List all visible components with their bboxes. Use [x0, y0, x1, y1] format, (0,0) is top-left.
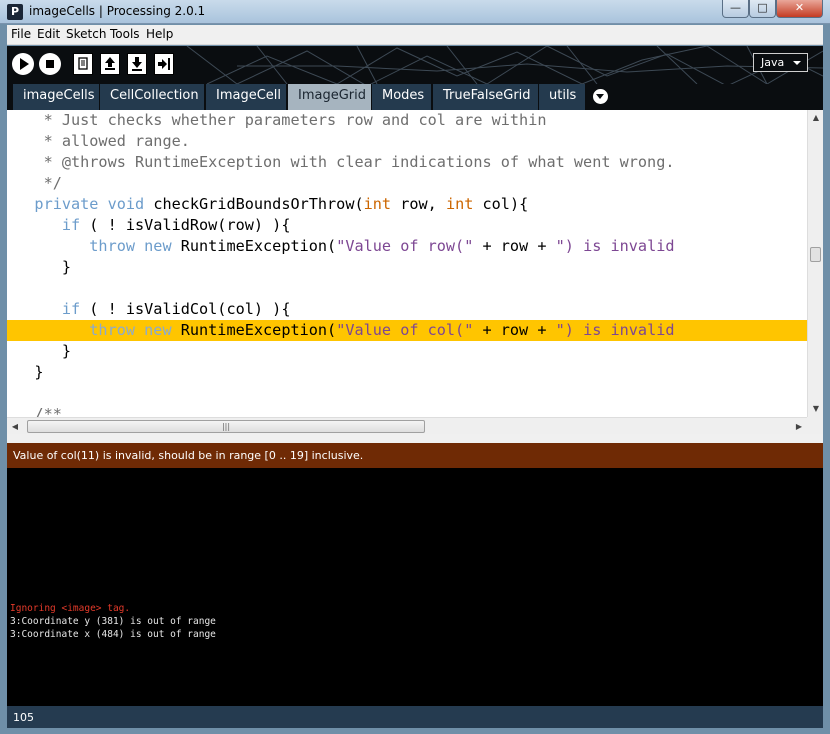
tab-cellcollection[interactable]: CellCollection	[100, 84, 204, 110]
code-token: RuntimeException(	[180, 237, 337, 255]
code-token: if	[7, 300, 81, 318]
error-status-bar: Value of col(11) is invalid, should be i…	[7, 443, 823, 468]
code-line[interactable]: private void checkGridBoundsOrThrow(int …	[7, 194, 807, 215]
code-token: throw new	[7, 237, 181, 255]
close-button[interactable]: ✕	[776, 0, 823, 18]
window-frame	[0, 728, 830, 734]
code-token: }	[7, 363, 44, 381]
code-line[interactable]: }	[7, 362, 807, 383]
code-line[interactable]: * @throws RuntimeException with clear in…	[7, 152, 807, 173]
code-token: * allowed range.	[7, 132, 190, 150]
console-line: 3:Coordinate x (484) is out of range	[10, 629, 216, 640]
run-icon	[20, 58, 29, 70]
code-token: private void	[7, 195, 154, 213]
menu-bar: File Edit Sketch Tools Help	[7, 25, 823, 45]
console-line: Ignoring <image> tag.	[10, 603, 131, 614]
new-button[interactable]	[73, 53, 93, 75]
code-line[interactable]: }	[7, 341, 807, 362]
code-token: ") is invalid	[555, 237, 675, 255]
code-token: ( ! isValidRow(row) ){	[80, 216, 291, 234]
code-token: ( ! isValidCol(col) ){	[80, 300, 291, 318]
stop-icon	[46, 60, 54, 68]
code-token: col){	[473, 195, 529, 213]
line-number-footer: 105	[7, 706, 823, 728]
code-line[interactable]	[7, 383, 807, 404]
code-editor[interactable]: * Just checks whether parameters row and…	[7, 110, 823, 417]
tab-imagegrid[interactable]: ImageGrid	[288, 84, 371, 110]
vertical-scrollbar[interactable]: ▲ ▼	[807, 110, 823, 417]
code-token: }	[7, 258, 72, 276]
console-output[interactable]: Ignoring <image> tag. 3:Coordinate y (38…	[7, 468, 823, 706]
code-token: "Value of row("	[336, 237, 474, 255]
new-icon	[78, 57, 88, 70]
tab-modes[interactable]: Modes	[372, 84, 431, 110]
tab-imagecell[interactable]: ImageCell	[206, 84, 286, 110]
maximize-button[interactable]: □	[749, 0, 776, 18]
code-token: ") is invalid	[555, 321, 675, 339]
menu-tools[interactable]: Tools	[110, 27, 140, 41]
current-line-number: 105	[13, 711, 34, 724]
tab-imagecells[interactable]: imageCells	[13, 84, 99, 110]
code-token: "Value of col("	[336, 321, 474, 339]
code-token: int	[445, 195, 474, 213]
code-token: + row +	[473, 321, 556, 339]
export-button[interactable]	[154, 53, 174, 75]
code-token: /**	[7, 405, 62, 417]
code-line[interactable]: if ( ! isValidCol(col) ){	[7, 299, 807, 320]
code-token: int	[363, 195, 392, 213]
code-line[interactable]: }	[7, 257, 807, 278]
code-token: * @throws RuntimeException with clear in…	[7, 153, 675, 171]
code-line[interactable]: throw new RuntimeException("Value of row…	[7, 236, 807, 257]
open-icon	[105, 57, 115, 70]
code-token: }	[7, 342, 72, 360]
code-line[interactable]: if ( ! isValidRow(row) ){	[7, 215, 807, 236]
menu-help[interactable]: Help	[146, 27, 173, 41]
title-bar[interactable]: P imageCells | Processing 2.0.1 — □ ✕	[0, 0, 830, 24]
stop-button[interactable]	[39, 53, 61, 75]
mode-label: Java	[761, 56, 785, 69]
code-line[interactable]: */	[7, 173, 807, 194]
horizontal-scrollbar[interactable]: ◀ ||| ▶	[7, 417, 807, 434]
mode-selector[interactable]: Java	[753, 53, 808, 72]
menu-file[interactable]: File	[11, 27, 31, 41]
code-token: throw new	[7, 321, 181, 339]
console-line: 3:Coordinate y (381) is out of range	[10, 616, 216, 627]
editor-console-divider[interactable]	[7, 434, 823, 443]
save-icon	[132, 57, 142, 71]
menu-sketch[interactable]: Sketch	[66, 27, 106, 41]
scroll-down-arrow-icon[interactable]: ▼	[808, 401, 823, 417]
code-token: */	[7, 174, 62, 192]
tab-bar: imageCells CellCollection ImageCell Imag…	[7, 84, 823, 110]
code-token: row,	[391, 195, 446, 213]
scroll-up-arrow-icon[interactable]: ▲	[808, 110, 823, 126]
menu-edit[interactable]: Edit	[37, 27, 60, 41]
code-token: RuntimeException(	[180, 321, 337, 339]
tab-menu-button[interactable]	[593, 89, 608, 104]
code-token: + row +	[473, 237, 556, 255]
code-line[interactable]: * Just checks whether parameters row and…	[7, 110, 807, 131]
open-button[interactable]	[100, 53, 120, 75]
chevron-down-icon	[793, 61, 801, 65]
scrollbar-corner	[807, 417, 823, 434]
window-title: imageCells | Processing 2.0.1	[29, 4, 206, 18]
processing-app-icon: P	[7, 4, 23, 20]
tab-utils[interactable]: utils	[539, 84, 585, 110]
scroll-right-arrow-icon[interactable]: ▶	[791, 418, 807, 435]
code-token: * Just checks whether parameters row and…	[7, 111, 547, 129]
scroll-left-arrow-icon[interactable]: ◀	[7, 418, 23, 435]
code-line[interactable]	[7, 278, 807, 299]
code-line[interactable]: /**	[7, 404, 807, 417]
run-button[interactable]	[12, 53, 34, 75]
minimize-button[interactable]: —	[722, 0, 749, 18]
toolbar: Java	[7, 46, 823, 84]
vertical-scroll-thumb[interactable]	[810, 247, 821, 262]
code-line[interactable]: * allowed range.	[7, 131, 807, 152]
highlighted-error-line[interactable]: throw new RuntimeException("Value of col…	[7, 320, 807, 341]
code-token: checkGridBoundsOrThrow(	[153, 195, 364, 213]
tab-truefalsegrid[interactable]: TrueFalseGrid	[433, 84, 538, 110]
code-token: if	[7, 216, 81, 234]
horizontal-scroll-thumb[interactable]: |||	[27, 420, 425, 433]
save-button[interactable]	[127, 53, 147, 75]
export-icon	[158, 58, 170, 70]
